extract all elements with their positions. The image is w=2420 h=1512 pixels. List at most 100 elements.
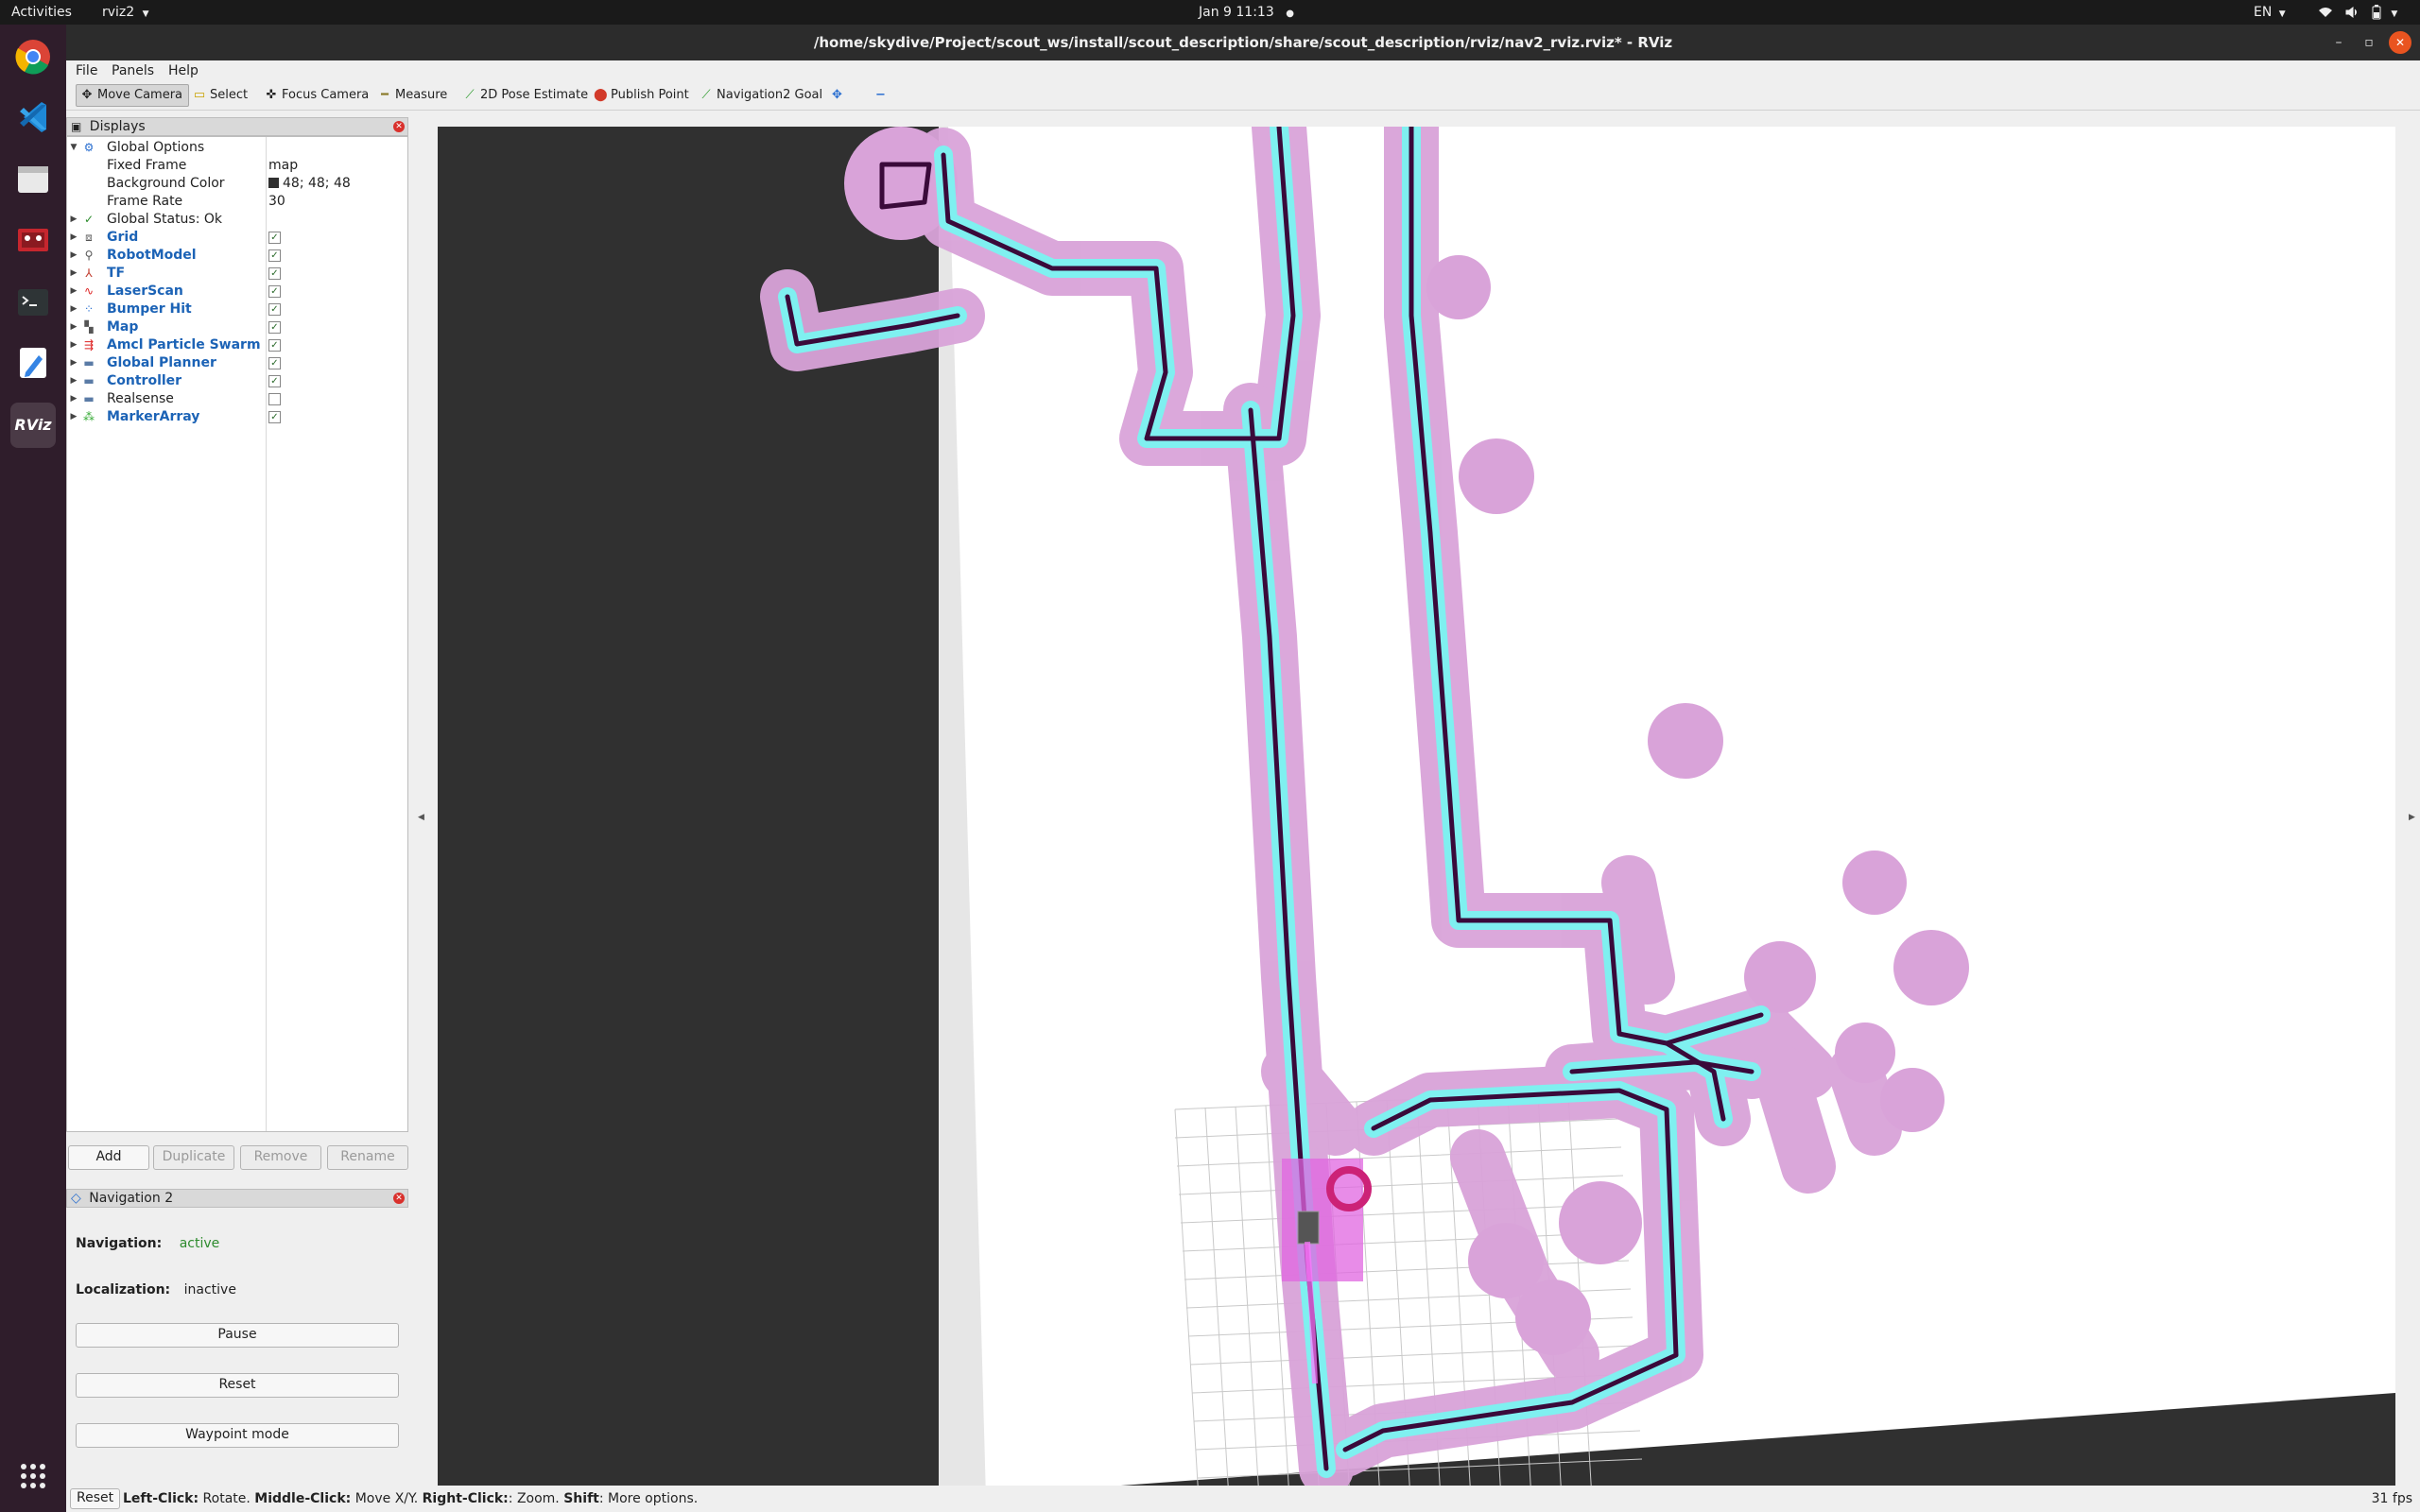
move-camera-tool[interactable]: ✥ Move Camera <box>76 84 190 107</box>
expand-arrow-icon[interactable]: ▶ <box>69 336 78 354</box>
menu-panels[interactable]: Panels <box>112 60 154 81</box>
duplicate-display-button[interactable]: Duplicate <box>153 1145 234 1170</box>
measure-label: Measure <box>395 88 448 102</box>
display-checkbox-realsense[interactable] <box>268 393 281 405</box>
expand-arrow-icon[interactable]: ▶ <box>69 265 78 283</box>
close-button[interactable]: ✕ <box>2389 31 2411 54</box>
menu-help[interactable]: Help <box>168 60 199 81</box>
tree-row-frame-rate[interactable]: Frame Rate 30 <box>67 193 406 211</box>
fixed-frame-value[interactable]: map <box>268 157 298 175</box>
display-checkbox-controller[interactable]: ✓ <box>268 375 281 387</box>
tree-row-controller[interactable]: ▶ ▬ Controller ✓ <box>67 372 406 390</box>
expand-arrow-icon[interactable]: ▶ <box>69 283 78 301</box>
measure-tool[interactable]: ━ Measure <box>374 84 453 107</box>
tree-row-laserscan[interactable]: ▶ ∿ LaserScan ✓ <box>67 283 406 301</box>
vscode-launcher[interactable] <box>10 94 56 140</box>
map-icon: ▚ <box>84 320 94 334</box>
tree-row-global-planner[interactable]: ▶ ▬ Global Planner ✓ <box>67 354 406 372</box>
display-checkbox-laserscan[interactable]: ✓ <box>268 285 281 298</box>
terminal-launcher[interactable] <box>10 280 56 325</box>
background-color-value[interactable]: 48; 48; 48 <box>268 175 351 193</box>
reset-view-button[interactable]: Reset <box>70 1488 121 1509</box>
minimize-button[interactable]: – <box>2327 31 2350 54</box>
tree-row-global-options[interactable]: ▼ ⚙ Global Options <box>67 139 406 157</box>
window-titlebar[interactable]: /home/skydive/Project/scout_ws/install/s… <box>66 25 2420 60</box>
expand-arrow-icon[interactable]: ▶ <box>69 211 78 229</box>
waypoint-mode-button[interactable]: Waypoint mode <box>76 1423 399 1448</box>
activities-button[interactable]: Activities <box>11 0 72 25</box>
tree-row-amcl-particle-swarm[interactable]: ▶ ⇶ Amcl Particle Swarm ✓ <box>67 336 406 354</box>
display-label-amcl-particle-swarm: Amcl Particle Swarm <box>107 337 261 352</box>
tree-row-realsense[interactable]: ▶ ▬ Realsense <box>67 390 406 408</box>
rviz-launcher[interactable]: RViz <box>10 403 56 448</box>
tree-row-grid[interactable]: ▶ ⧈ Grid ✓ <box>67 229 406 247</box>
pause-button[interactable]: Pause <box>76 1323 399 1348</box>
points-icon: ⁘ <box>83 302 95 316</box>
display-checkbox-bumper-hit[interactable]: ✓ <box>268 303 281 316</box>
expand-arrow-icon[interactable]: ▶ <box>69 408 78 426</box>
add-tool-button[interactable]: ✥ <box>828 84 848 107</box>
tree-row-robotmodel[interactable]: ▶ ⚲ RobotModel ✓ <box>67 247 406 265</box>
expand-arrow-icon[interactable]: ▶ <box>69 229 78 247</box>
tree-row-markerarray[interactable]: ▶ ⁂ MarkerArray ✓ <box>67 408 406 426</box>
render-3d-view[interactable] <box>438 127 2395 1499</box>
display-checkbox-grid[interactable]: ✓ <box>268 232 281 244</box>
chrome-launcher[interactable] <box>10 34 56 79</box>
maximize-button[interactable]: ▫ <box>2358 31 2380 54</box>
panel-splitter[interactable]: ◀ <box>416 119 429 1499</box>
close-panel-button[interactable]: ✕ <box>393 121 405 132</box>
files-icon <box>18 166 48 193</box>
expand-arrow-icon[interactable]: ▶ <box>69 247 78 265</box>
expand-arrow-icon[interactable]: ▶ <box>69 318 78 336</box>
show-apps-button[interactable] <box>10 1453 56 1499</box>
language-label: EN <box>2254 5 2273 20</box>
display-checkbox-global-planner[interactable]: ✓ <box>268 357 281 369</box>
close-panel-button[interactable]: ✕ <box>393 1193 405 1204</box>
frame-rate-label: Frame Rate <box>107 194 183 209</box>
remove-display-button[interactable]: Remove <box>240 1145 321 1170</box>
display-checkbox-markerarray[interactable]: ✓ <box>268 411 281 423</box>
remove-tool-button[interactable]: − <box>872 84 891 107</box>
add-display-button[interactable]: Add <box>68 1145 149 1170</box>
display-checkbox-map[interactable]: ✓ <box>268 321 281 334</box>
frame-rate-value[interactable]: 30 <box>268 193 285 211</box>
expand-arrow-icon[interactable]: ▶ <box>69 301 78 318</box>
pose-array-icon: ⇶ <box>83 338 95 352</box>
navigation2-header[interactable]: ◇ Navigation 2 ✕ <box>66 1189 408 1208</box>
menu-file[interactable]: File <box>76 60 97 81</box>
tree-row-fixed-frame[interactable]: Fixed Frame map <box>67 157 406 175</box>
clock[interactable]: Jan 9 11:13 ● <box>1199 0 1294 26</box>
tree-row-tf[interactable]: ▶ ⅄ TF ✓ <box>67 265 406 283</box>
focus-camera-tool[interactable]: ✜ Focus Camera <box>261 84 374 107</box>
goal-arrow-icon: ⟋ <box>701 88 711 102</box>
display-checkbox-tf[interactable]: ✓ <box>268 267 281 280</box>
display-checkbox-robotmodel[interactable]: ✓ <box>268 249 281 262</box>
select-tool[interactable]: ▭ Select <box>189 84 253 107</box>
display-checkbox-amcl-particle-swarm[interactable]: ✓ <box>268 339 281 352</box>
nav2-goal-tool[interactable]: ⟋ Navigation2 Goal <box>696 84 828 107</box>
language-selector[interactable]: EN ▼ <box>2254 0 2286 26</box>
publish-point-tool[interactable]: ⬤ Publish Point <box>590 84 695 107</box>
text-editor-launcher[interactable] <box>10 340 56 386</box>
system-menu[interactable]: ▼ <box>2318 0 2397 26</box>
expand-arrow-icon[interactable]: ▶ <box>69 372 78 390</box>
reset-navigation-button[interactable]: Reset <box>76 1373 399 1398</box>
expand-arrow-icon[interactable]: ▼ <box>69 139 78 157</box>
expand-arrow-icon[interactable]: ▶ <box>69 390 78 408</box>
presentation-launcher[interactable] <box>10 217 56 263</box>
tree-row-map[interactable]: ▶ ▚ Map ✓ <box>67 318 406 336</box>
expand-arrow-icon[interactable]: ▶ <box>69 354 78 372</box>
display-tree[interactable]: ▼ ⚙ Global Options Fixed Frame map Backg… <box>66 136 408 1132</box>
tree-row-global-status[interactable]: ▶ ✓ Global Status: Ok <box>67 211 406 229</box>
chevron-down-icon: ▼ <box>2278 9 2286 19</box>
files-launcher[interactable] <box>10 157 56 202</box>
app-menu[interactable]: rviz2 ▼ <box>102 0 149 26</box>
tree-row-bumper-hit[interactable]: ▶ ⁘ Bumper Hit ✓ <box>67 301 406 318</box>
collapse-left-icon: ◀ <box>418 813 424 822</box>
collapse-right-icon[interactable]: ▶ <box>2409 813 2415 822</box>
tree-row-background-color[interactable]: Background Color 48; 48; 48 <box>67 175 406 193</box>
displays-header[interactable]: ▣ Displays ✕ <box>66 117 408 136</box>
rename-display-button[interactable]: Rename <box>327 1145 408 1170</box>
map-pin-icon: ⬤ <box>594 88 608 102</box>
pose-estimate-tool[interactable]: ⟋ 2D Pose Estimate <box>459 84 594 107</box>
